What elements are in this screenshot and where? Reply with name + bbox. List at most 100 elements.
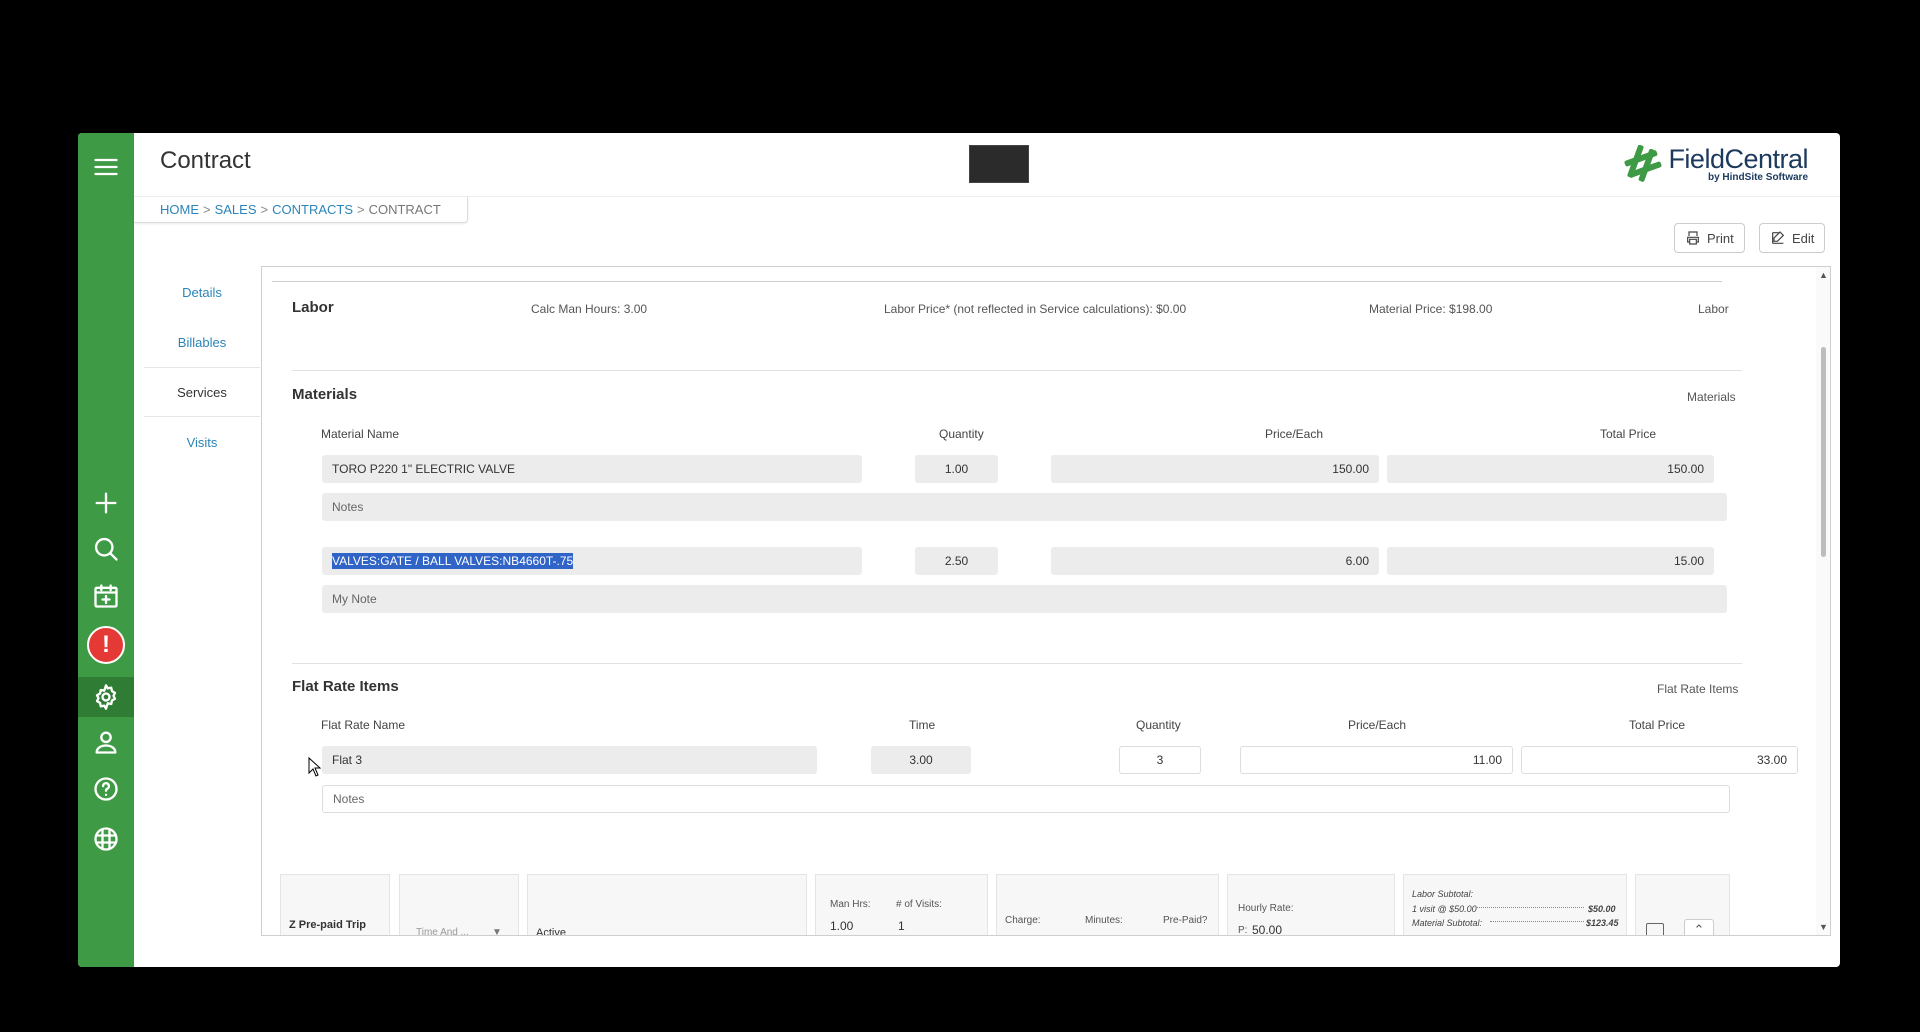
man-hours-cell: Man Hrs: # of Visits: 1.00 1 [815, 874, 988, 935]
services-panel[interactable]: Labor Calc Man Hours: 3.00 Labor Price* … [261, 266, 1831, 936]
col-total-price: Total Price [1629, 718, 1686, 732]
menu-icon[interactable] [86, 147, 126, 187]
collapse-up-icon[interactable]: ⌃ [1684, 919, 1714, 935]
panel-scrollbar[interactable]: ▲ ▼ [1816, 267, 1830, 935]
sidenav-item-services[interactable]: Services [144, 367, 260, 417]
header-thumbnail [969, 145, 1029, 183]
chevron-down-icon[interactable]: ▼ [492, 927, 502, 935]
hourly-rate-prefix: P: [1238, 925, 1248, 936]
note-icon[interactable] [1646, 923, 1664, 935]
page-title: Contract [160, 147, 251, 174]
user-icon[interactable] [86, 722, 126, 762]
man-hrs-value[interactable]: 1.00 [830, 919, 853, 933]
breadcrumb-sep: > [203, 202, 211, 217]
scroll-down-icon[interactable]: ▼ [1819, 923, 1828, 932]
left-rail: ! [78, 133, 134, 967]
labor-title: Labor [292, 299, 334, 316]
section-nav: Details Billables Services Visits [144, 267, 260, 467]
material-name-field[interactable]: TORO P220 1" ELECTRIC VALVE [322, 455, 862, 483]
labor-tag: Labor [1698, 302, 1729, 316]
flat-rate-price-each-field[interactable]: 11.00 [1240, 746, 1513, 774]
edit-button[interactable]: Edit [1759, 223, 1826, 253]
edit-label: Edit [1792, 230, 1815, 246]
material-total-field[interactable]: 15.00 [1387, 547, 1714, 575]
gear-icon[interactable] [78, 677, 134, 717]
visit-amount: $50.00 [1588, 904, 1616, 914]
sidenav-item-visits[interactable]: Visits [144, 417, 260, 467]
sidenav-item-details[interactable]: Details [144, 267, 260, 317]
mouse-cursor-icon [308, 757, 322, 777]
subtotal-cell: Labor Subtotal: 1 visit @ $50.00 $50.00 … [1403, 874, 1627, 935]
service-type-select[interactable]: Time And ... [416, 927, 469, 935]
hourly-rate-label: Hourly Rate: [1238, 903, 1294, 914]
flat-rate-time-field[interactable]: 3.00 [871, 746, 971, 774]
prepaid-label: Pre-Paid? [1163, 915, 1208, 926]
divider [292, 663, 1742, 664]
sidenav-item-billables[interactable]: Billables [144, 317, 260, 367]
actions-cell: ⌃ [1635, 874, 1730, 935]
materials-tag: Materials [1687, 390, 1736, 404]
breadcrumb-sep: > [260, 202, 269, 217]
logo-mark-icon[interactable] [86, 819, 126, 859]
material-price-each-field[interactable]: 150.00 [1051, 455, 1379, 483]
material-name-field[interactable]: VALVES:GATE / BALL VALVES:NB4660T-.75 [322, 547, 862, 575]
hourly-rate-value[interactable]: 50.00 [1252, 923, 1282, 935]
visit-line: 1 visit @ $50.00 [1412, 904, 1477, 914]
materials-title: Materials [292, 386, 358, 403]
print-label: Print [1707, 230, 1734, 246]
material-quantity-field[interactable]: 1.00 [915, 455, 998, 483]
col-flat-rate-name: Flat Rate Name [321, 718, 406, 732]
app-window: ! Contract FieldCentral by HindSite Soft… [78, 133, 1840, 967]
breadcrumb-home[interactable]: HOME [160, 202, 199, 217]
breadcrumb-contracts[interactable]: CONTRACTS [272, 202, 353, 217]
fieldcentral-logo[interactable]: FieldCentral by HindSite Software [1624, 141, 1808, 187]
header-bar: Contract FieldCentral by HindSite Softwa… [134, 133, 1840, 197]
col-time: Time [909, 718, 936, 732]
visits-label: # of Visits: [896, 899, 942, 910]
logo-grid-icon [1624, 145, 1662, 182]
alert-icon[interactable]: ! [86, 625, 126, 665]
print-icon [1687, 231, 1699, 245]
breadcrumb-sales[interactable]: SALES [215, 202, 257, 217]
flat-rate-notes-field[interactable]: Notes [322, 785, 1730, 813]
calendar-add-icon[interactable] [86, 576, 126, 616]
edit-icon [1772, 231, 1785, 244]
plus-icon[interactable] [86, 483, 126, 523]
selected-text: VALVES:GATE / BALL VALVES:NB4660T-.75 [332, 553, 574, 569]
dotted-leader [1476, 907, 1584, 908]
breadcrumb-current: CONTRACT [368, 202, 441, 217]
service-type-cell: Time And ... ▼ [399, 874, 519, 935]
material-subtotal-label: Material Subtotal: [1412, 918, 1483, 928]
help-icon[interactable] [86, 769, 126, 809]
calc-man-hours: Calc Man Hours: 3.00 [531, 302, 648, 316]
material-price: Material Price: $198.00 [1369, 302, 1493, 316]
print-button[interactable]: Print [1674, 223, 1745, 253]
search-icon[interactable] [86, 529, 126, 569]
flat-rate-name-field[interactable]: Flat 3 [322, 746, 817, 774]
dotted-leader [1490, 921, 1584, 922]
service-name-cell[interactable]: Z Pre-paid Trip [280, 874, 390, 935]
col-total-price: Total Price [1600, 427, 1657, 441]
scroll-up-icon[interactable]: ▲ [1819, 271, 1828, 280]
top-divider [272, 281, 1722, 282]
col-price-each: Price/Each [1348, 718, 1407, 732]
material-price-each-field[interactable]: 6.00 [1051, 547, 1379, 575]
logo-brand: FieldCentral [1668, 143, 1808, 174]
material-notes-field[interactable]: Notes [322, 493, 1727, 521]
material-amount: $123.45 [1586, 918, 1619, 928]
material-notes-field[interactable]: My Note [322, 585, 1727, 613]
col-quantity: Quantity [939, 427, 984, 441]
flat-rate-title: Flat Rate Items [292, 678, 399, 695]
minutes-label: Minutes: [1085, 915, 1123, 926]
charge-label: Charge: [1005, 915, 1041, 926]
hourly-rate-cell: Hourly Rate: P: 50.00 [1227, 874, 1395, 936]
visits-value[interactable]: 1 [898, 919, 905, 933]
man-hrs-label: Man Hrs: [830, 899, 871, 910]
material-quantity-field[interactable]: 2.50 [915, 547, 998, 575]
scroll-thumb[interactable] [1821, 347, 1826, 557]
flat-rate-quantity-field[interactable]: 3 [1119, 746, 1201, 774]
flat-rate-total-field[interactable]: 33.00 [1521, 746, 1798, 774]
service-name: Z Pre-paid Trip [289, 919, 367, 931]
divider [292, 370, 1742, 371]
material-total-field[interactable]: 150.00 [1387, 455, 1714, 483]
